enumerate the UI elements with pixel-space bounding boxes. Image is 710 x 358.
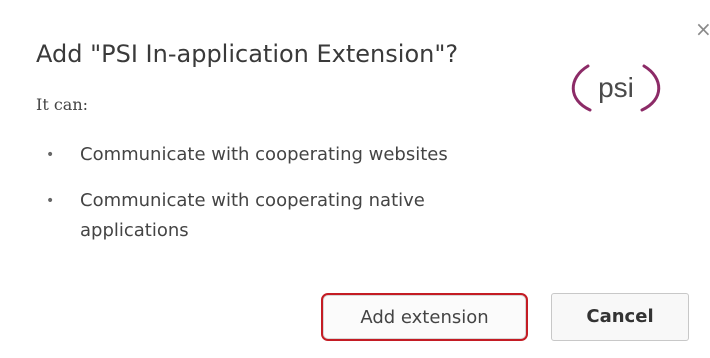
- cancel-button[interactable]: Cancel: [551, 293, 689, 341]
- permissions-intro: It can:: [36, 95, 89, 114]
- bullet: •: [46, 147, 55, 163]
- bullet: •: [46, 193, 55, 209]
- permissions-list: • Communicate with cooperating websites …: [46, 140, 526, 246]
- close-button[interactable]: ×: [695, 18, 710, 40]
- permission-item: • Communicate with cooperating native ap…: [46, 186, 526, 246]
- extension-install-dialog: × Add "PSI In-application Extension"? ps…: [0, 0, 710, 358]
- permission-text: Communicate with cooperating websites: [80, 144, 448, 165]
- logo-text: psi: [598, 72, 634, 103]
- psi-logo-icon: psi: [571, 64, 661, 112]
- add-extension-button[interactable]: Add extension: [321, 293, 528, 341]
- permission-text: Communicate with cooperating native appl…: [80, 190, 425, 241]
- dialog-title: Add "PSI In-application Extension"?: [36, 40, 459, 68]
- permission-item: • Communicate with cooperating websites: [46, 140, 526, 170]
